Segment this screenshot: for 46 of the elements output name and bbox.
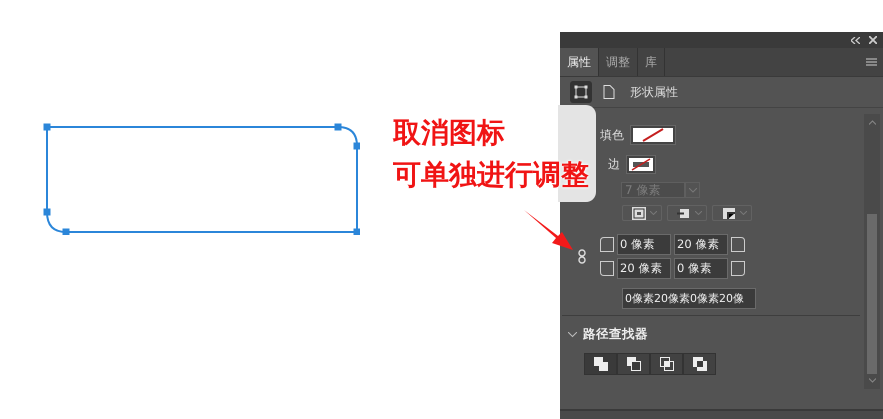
shape-icon [574, 85, 588, 99]
stroke-corner-icon [722, 206, 736, 220]
pathfinder-heading: 路径查找器 [583, 326, 648, 343]
close-icon[interactable] [869, 36, 877, 44]
exclude-shapes-button[interactable] [683, 353, 716, 375]
scroll-down-icon[interactable] [868, 378, 876, 383]
scroll-up-icon[interactable] [868, 120, 876, 125]
menu-icon[interactable] [866, 58, 877, 66]
subtract-icon [626, 357, 640, 371]
annotation-text: 可单独进行调整 [393, 157, 589, 193]
corner-radius-field[interactable]: 0 像素 [674, 258, 728, 279]
chevron-icon[interactable] [568, 332, 577, 338]
shape-properties-button[interactable] [570, 81, 592, 103]
corner-radius-field[interactable]: 20 像素 [617, 258, 671, 279]
corner-radius-field[interactable]: 20 像素 [674, 234, 728, 255]
scrollbar[interactable] [864, 114, 880, 389]
corner-radius-field[interactable]: 0 像素 [617, 234, 671, 255]
intersect-shapes-button[interactable] [650, 353, 683, 375]
corner-icon [600, 237, 614, 252]
stroke-option-dropdown[interactable] [667, 205, 707, 221]
chain-link-icon[interactable] [578, 249, 586, 264]
exclude-icon [692, 357, 706, 371]
fill-swatch[interactable] [630, 125, 676, 145]
corner-summary-field[interactable]: 0像素20像素0像素20像 [622, 288, 756, 309]
panel-tab[interactable]: 属性 [560, 48, 599, 76]
stroke-option-dropdown[interactable] [712, 205, 752, 221]
stroke-align-icon [632, 206, 646, 220]
unite-icon [594, 357, 608, 371]
subtract-shapes-button[interactable] [617, 353, 650, 375]
caret-icon [650, 211, 657, 215]
stroke-option-dropdown[interactable] [622, 205, 662, 221]
section-title: 形状属性 [630, 84, 678, 100]
intersect-icon [660, 357, 674, 371]
unite-shapes-button[interactable] [584, 353, 617, 375]
stroke-cap-icon [677, 206, 691, 220]
caret-icon [740, 211, 747, 215]
annotation-text: 取消图标 [393, 115, 506, 151]
stroke-swatch[interactable] [626, 155, 656, 174]
corner-icon [600, 261, 614, 276]
document-icon [603, 85, 615, 99]
stroke-label: 边 [608, 156, 620, 173]
collapse-icon[interactable] [851, 36, 860, 44]
corner-icon [731, 261, 745, 276]
fill-label: 填色 [600, 126, 624, 144]
caret-icon [695, 211, 702, 215]
corner-icon [731, 237, 745, 252]
